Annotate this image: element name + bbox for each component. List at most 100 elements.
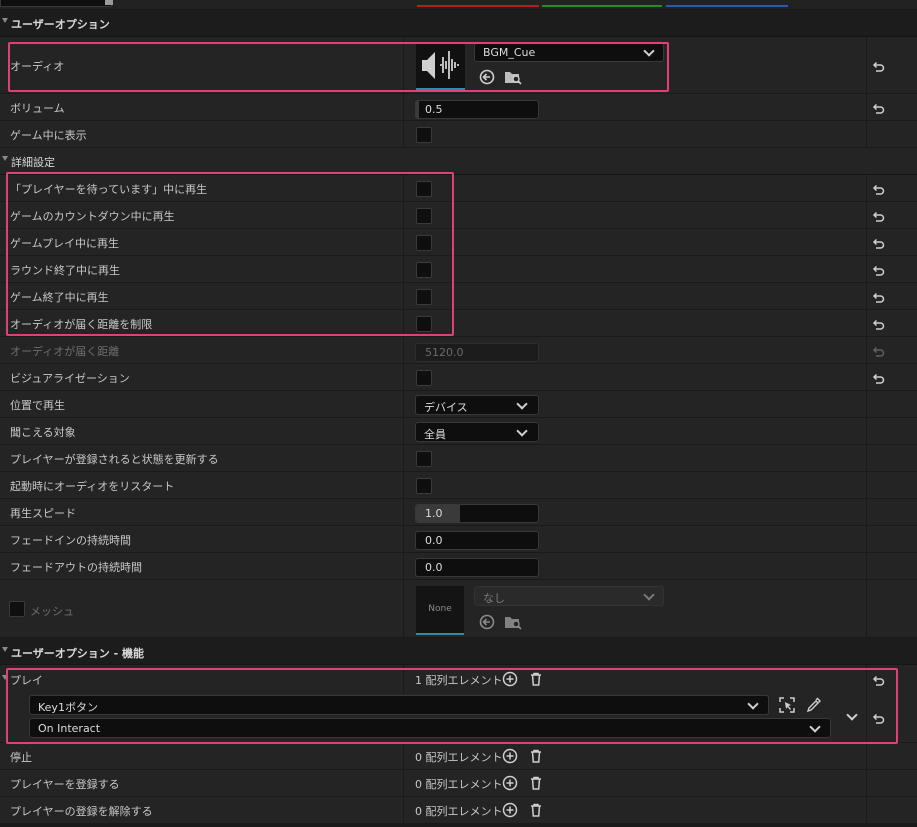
section-advanced[interactable]: 詳細設定 bbox=[0, 148, 917, 175]
mesh-override-checkbox[interactable] bbox=[9, 601, 25, 617]
collapse-triangle-icon[interactable] bbox=[2, 156, 8, 161]
checkbox[interactable] bbox=[416, 316, 432, 332]
play-location-dropdown[interactable]: デバイス bbox=[415, 395, 539, 415]
section-user-options-functions[interactable]: ユーザーオプション - 機能 bbox=[0, 638, 917, 665]
column-divider[interactable] bbox=[403, 283, 404, 310]
reset-to-default-icon[interactable] bbox=[871, 317, 885, 331]
mesh-value: なし bbox=[483, 592, 505, 605]
audio-thumbnail[interactable] bbox=[416, 43, 465, 90]
column-divider[interactable] bbox=[403, 175, 404, 202]
reset-to-default-icon[interactable] bbox=[871, 209, 885, 223]
checkbox[interactable] bbox=[416, 289, 432, 305]
column-divider[interactable] bbox=[403, 472, 404, 499]
speaker-waveform-icon bbox=[422, 51, 459, 79]
column-divider[interactable] bbox=[403, 364, 404, 391]
row-label: ゲームプレイ中に再生 bbox=[10, 237, 120, 250]
fade-out-input[interactable]: 0.0 bbox=[415, 558, 539, 577]
column-divider bbox=[866, 94, 867, 121]
trash-icon[interactable] bbox=[528, 775, 544, 791]
section-user-options[interactable]: ユーザーオプション bbox=[0, 10, 917, 37]
reset-to-default-icon[interactable] bbox=[871, 236, 885, 250]
reset-to-default-icon[interactable] bbox=[871, 290, 885, 304]
eyedropper-icon[interactable] bbox=[806, 697, 822, 713]
column-divider[interactable] bbox=[403, 743, 404, 770]
show-in-game-checkbox[interactable] bbox=[416, 127, 432, 143]
column-divider[interactable] bbox=[403, 499, 404, 526]
collapse-triangle-icon[interactable] bbox=[2, 18, 8, 23]
checkbox[interactable] bbox=[416, 208, 432, 224]
select-target-icon[interactable] bbox=[779, 697, 795, 713]
column-divider[interactable] bbox=[403, 797, 404, 824]
mesh-dropdown: なし bbox=[474, 586, 664, 606]
add-element-icon[interactable] bbox=[502, 671, 518, 687]
key-binding-value: Key1ボタン bbox=[38, 701, 98, 714]
column-divider bbox=[866, 391, 867, 418]
reset-to-default-icon[interactable] bbox=[871, 263, 885, 277]
column-divider bbox=[866, 37, 867, 94]
row-audio: オーディオ BGM_Cue bbox=[0, 37, 917, 94]
event-dropdown[interactable]: On Interact bbox=[29, 718, 831, 738]
trash-icon[interactable] bbox=[528, 802, 544, 818]
fade-in-input[interactable]: 0.0 bbox=[415, 531, 539, 550]
reset-to-default-icon[interactable] bbox=[871, 101, 885, 115]
add-element-icon[interactable] bbox=[502, 802, 518, 818]
row-register-player-event: プレイヤーを登録する 0 配列エレメント bbox=[0, 770, 917, 797]
browse-folder-icon[interactable] bbox=[504, 69, 522, 85]
section-title: ユーザーオプション - 機能 bbox=[11, 647, 145, 660]
add-element-icon[interactable] bbox=[502, 748, 518, 764]
column-divider[interactable] bbox=[403, 337, 404, 364]
column-divider[interactable] bbox=[403, 553, 404, 580]
column-divider[interactable] bbox=[403, 256, 404, 283]
row-label: オーディオが届く距離を制限 bbox=[10, 318, 153, 331]
collapse-triangle-icon[interactable] bbox=[2, 647, 8, 652]
column-divider[interactable] bbox=[403, 94, 404, 121]
visualization-checkbox[interactable] bbox=[416, 370, 432, 386]
row-mesh: メッシュ None なし bbox=[0, 580, 917, 638]
chevron-down-icon bbox=[809, 721, 821, 733]
row-unregister-player-event: プレイヤーの登録を解除する 0 配列エレメント bbox=[0, 797, 917, 824]
column-divider[interactable] bbox=[403, 770, 404, 797]
volume-input[interactable]: 0.5 bbox=[415, 100, 539, 119]
column-divider[interactable] bbox=[403, 526, 404, 553]
column-divider[interactable] bbox=[403, 391, 404, 418]
row-label: プレイ bbox=[10, 674, 43, 687]
add-element-icon[interactable] bbox=[502, 775, 518, 791]
collapse-element-icon[interactable] bbox=[846, 709, 858, 721]
reset-to-default-icon[interactable] bbox=[871, 182, 885, 196]
expand-triangle-icon[interactable] bbox=[2, 675, 8, 680]
row-label: メッシュ bbox=[30, 605, 74, 618]
clipped-field-g bbox=[542, 0, 662, 7]
trash-icon[interactable] bbox=[528, 748, 544, 764]
column-divider[interactable] bbox=[403, 310, 404, 337]
key-binding-dropdown[interactable]: Key1ボタン bbox=[29, 695, 769, 715]
trash-icon[interactable] bbox=[528, 671, 544, 687]
audio-asset-dropdown[interactable]: BGM_Cue bbox=[474, 43, 664, 62]
update-on-register-checkbox[interactable] bbox=[416, 451, 432, 467]
array-count: 0 配列エレメント bbox=[415, 805, 503, 818]
checkbox[interactable] bbox=[416, 181, 432, 197]
audible-to-dropdown[interactable]: 全員 bbox=[415, 422, 539, 442]
mesh-thumbnail[interactable]: None bbox=[416, 586, 464, 635]
column-divider[interactable] bbox=[403, 580, 404, 638]
playback-speed-value: 1.0 bbox=[425, 507, 443, 520]
row-label: 再生スピード bbox=[10, 507, 76, 520]
column-divider[interactable] bbox=[403, 665, 404, 693]
column-divider[interactable] bbox=[403, 121, 404, 148]
column-divider[interactable] bbox=[403, 229, 404, 256]
reset-to-default-icon[interactable] bbox=[871, 59, 885, 73]
playback-speed-input[interactable]: 1.0 bbox=[415, 504, 539, 523]
column-divider[interactable] bbox=[403, 418, 404, 445]
column-divider[interactable] bbox=[403, 445, 404, 472]
restart-on-activate-checkbox[interactable] bbox=[416, 478, 432, 494]
checkbox[interactable] bbox=[416, 235, 432, 251]
reset-to-default-icon[interactable] bbox=[871, 371, 885, 385]
column-divider[interactable] bbox=[403, 202, 404, 229]
reset-to-default-icon[interactable] bbox=[871, 711, 885, 725]
reset-to-default-icon[interactable] bbox=[871, 673, 885, 687]
use-selected-asset-icon[interactable] bbox=[479, 69, 495, 85]
checkbox[interactable] bbox=[416, 262, 432, 278]
column-divider[interactable] bbox=[403, 37, 404, 94]
row-fade-out: フェードアウトの持続時間 0.0 bbox=[0, 553, 917, 580]
column-divider bbox=[866, 337, 867, 364]
column-divider bbox=[866, 256, 867, 283]
